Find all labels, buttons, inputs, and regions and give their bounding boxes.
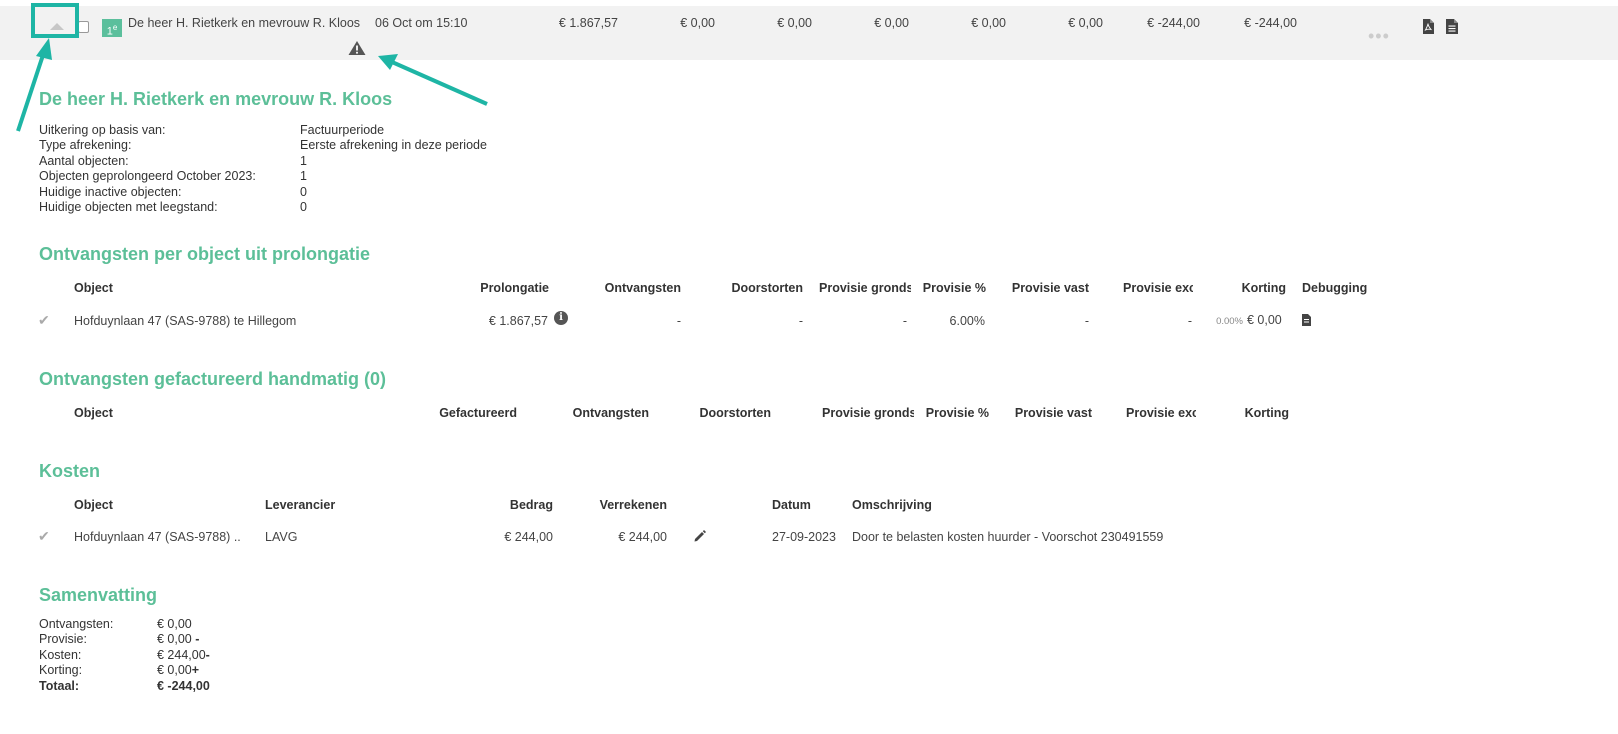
samenvatting-title: Samenvatting	[39, 585, 158, 605]
column-header: Datum	[772, 498, 811, 512]
detail-value: 1	[300, 169, 307, 183]
debug-file-icon[interactable]	[1302, 314, 1311, 326]
column-header: Provisie %	[922, 281, 986, 295]
summary-label: Ontvangsten:	[39, 617, 114, 631]
column-header: Omschrijving	[852, 498, 932, 512]
prolongatie-cell: € 1.867,57	[488, 314, 548, 328]
kosten-title: Kosten	[39, 461, 101, 481]
provisie-excl-cell: -	[1187, 314, 1192, 328]
bedrag-cell: € 244,00	[504, 530, 553, 544]
summary-total-value: € -244,00	[157, 679, 210, 693]
row-amount-2: € 0,00	[680, 16, 715, 30]
column-header: Bedrag	[509, 498, 553, 512]
detail-value: 0	[300, 200, 307, 214]
check-icon: ✔	[38, 528, 50, 544]
column-header: Verrekenen	[599, 498, 667, 512]
column-header: Doorstorten	[699, 406, 771, 420]
column-header: Prolongatie	[480, 281, 549, 295]
document-icon[interactable]	[1446, 19, 1458, 34]
row-amount-5: € 0,00	[971, 16, 1006, 30]
detail-label: Aantal objecten:	[39, 154, 129, 168]
detail-label: Type afrekening:	[39, 138, 132, 152]
summary-value: € 0,00	[157, 617, 192, 631]
doorstorten-cell: -	[798, 314, 803, 328]
column-header: Ontvangsten	[604, 281, 681, 295]
summary-label: Korting:	[39, 663, 83, 677]
korting-cell: € 0,00	[1247, 313, 1282, 327]
info-icon[interactable]: i	[554, 311, 568, 325]
details-title: De heer H. Rietkerk en mevrouw R. Kloos	[39, 89, 393, 109]
detail-value: 0	[300, 185, 307, 199]
column-header: Provisie vast	[1014, 406, 1092, 420]
detail-label: Huidige objecten met leegstand:	[39, 200, 218, 214]
summary-label: Provisie:	[39, 632, 87, 646]
column-header: Provisie excl	[1126, 406, 1196, 420]
summary-total-label: Totaal:	[39, 679, 80, 693]
pdf-icon[interactable]	[1422, 19, 1434, 34]
column-header: Object	[74, 281, 113, 295]
detail-label: Objecten geprolongeerd October 2023:	[39, 169, 256, 183]
summary-value: € 244,00-	[157, 648, 210, 662]
row-amount-1: € 1.867,57	[558, 16, 618, 30]
summary-value: € 0,00+	[157, 663, 200, 677]
detail-label: Huidige inactive objecten:	[39, 185, 182, 199]
column-header: Provisie %	[925, 406, 989, 420]
more-options-icon[interactable]: •••	[1368, 26, 1390, 47]
detail-value: 1	[300, 154, 307, 168]
row-amount-7: € -244,00	[1147, 16, 1200, 30]
column-header: Object	[74, 406, 113, 420]
verrekenen-cell: € 244,00	[618, 530, 667, 544]
row-amount-8: € -244,00	[1244, 16, 1297, 30]
column-header: Ontvangsten	[572, 406, 649, 420]
column-header: Provisie vast	[1011, 281, 1089, 295]
row-amount-4: € 0,00	[874, 16, 909, 30]
prolongatie-title: Ontvangsten per object uit prolongatie	[39, 244, 371, 264]
korting-pct-cell: 0.00%	[1216, 316, 1243, 327]
provisie-pct-cell: 6.00%	[949, 314, 985, 328]
column-header: Debugging	[1302, 281, 1368, 295]
summary-value: € 0,00 -	[157, 632, 200, 646]
column-header: Doorstorten	[731, 281, 803, 295]
column-header: Provisie excl	[1123, 281, 1193, 295]
detail-value: Factuurperiode	[300, 123, 385, 137]
handmatig-title: Ontvangsten gefactureerd handmatig (0)	[39, 369, 387, 389]
row-amount-3: € 0,00	[777, 16, 812, 30]
annotation-arrows	[16, 38, 488, 132]
leverancier-cell: LAVG	[265, 530, 298, 544]
ontvangsten-cell: -	[676, 314, 681, 328]
column-header: Korting	[1244, 406, 1289, 420]
summary-label: Kosten:	[39, 648, 82, 662]
row-amount-6: € 0,00	[1068, 16, 1103, 30]
object-cell: Hofduynlaan 47 (SAS-9788) ..	[74, 530, 241, 544]
provisie-vast-cell: -	[1084, 314, 1089, 328]
edit-pencil-icon[interactable]	[694, 530, 706, 542]
column-header: Leverancier	[265, 498, 336, 512]
object-cell: Hofduynlaan 47 (SAS-9788) te Hillegom	[74, 314, 297, 328]
detail-label: Uitkering op basis van:	[39, 123, 166, 137]
detail-value: Eerste afrekening in deze periode	[300, 138, 487, 152]
check-icon: ✔	[38, 312, 50, 328]
omschrijving-cell: Door te belasten kosten huurder - Voorsc…	[852, 530, 1164, 544]
column-header: Object	[74, 498, 113, 512]
datum-cell: 27-09-2023	[772, 530, 836, 544]
column-header: Gefactureerd	[439, 406, 517, 420]
column-header: Korting	[1241, 281, 1286, 295]
